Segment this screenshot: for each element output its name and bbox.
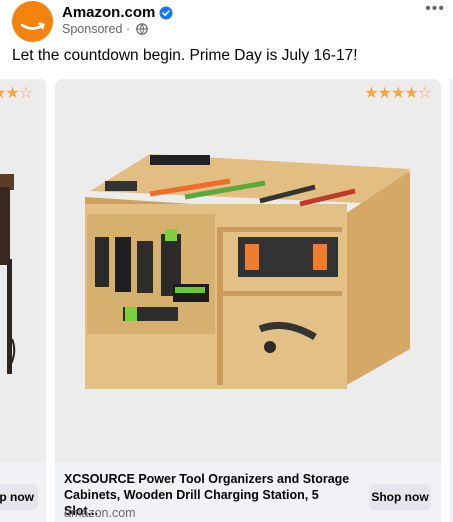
- tool-organizer-image: [85, 154, 410, 389]
- star-icon: ★: [364, 85, 378, 102]
- post-caption: Let the countdown begin. Prime Day is Ju…: [12, 47, 358, 64]
- carousel-card-previous[interactable]: ★★☆ p now: [0, 79, 46, 522]
- ad-carousel[interactable]: ★★☆ p now ★★★★☆: [0, 79, 453, 522]
- star-icon: ☆: [417, 85, 432, 102]
- rating-stars: ★★★★☆: [364, 83, 432, 103]
- amazon-logo-icon: [20, 22, 45, 30]
- shop-now-button-previous[interactable]: p now: [0, 484, 38, 510]
- shop-now-button[interactable]: Shop now: [369, 484, 431, 510]
- card-footer-product: XCSOURCE Power Tool Organizers and Stora…: [55, 462, 441, 522]
- product-image[interactable]: ★★★★☆: [55, 79, 441, 462]
- carousel-card-next[interactable]: [449, 79, 453, 522]
- rating-stars: ★★☆: [0, 83, 33, 103]
- post-header: Amazon.com Sponsored · •••: [0, 0, 453, 44]
- sponsored-text: Sponsored: [62, 22, 123, 36]
- page-name-link[interactable]: Amazon.com: [62, 4, 173, 21]
- globe-icon: [135, 23, 148, 35]
- star-icon: ★: [377, 85, 392, 102]
- star-icon: ★: [404, 85, 418, 102]
- star-icon: ★: [390, 85, 405, 102]
- product-image-previous[interactable]: ★★☆: [0, 79, 46, 462]
- card-footer-previous: p now: [0, 462, 46, 522]
- page-name-text[interactable]: Amazon.com: [62, 4, 155, 21]
- sponsored-label: Sponsored ·: [62, 22, 148, 36]
- carousel-card-product[interactable]: ★★★★☆ XCSOURCE Power Tool Organizers and…: [55, 79, 441, 522]
- product-domain: amazon.com: [64, 506, 136, 520]
- side-table-image: [0, 174, 16, 374]
- star-icon: ☆: [18, 85, 33, 102]
- meta-separator: ·: [125, 22, 131, 36]
- verified-badge-icon: [159, 6, 173, 20]
- page-avatar[interactable]: [12, 1, 53, 42]
- star-icon: ★: [5, 85, 19, 102]
- more-options-icon[interactable]: •••: [425, 0, 445, 18]
